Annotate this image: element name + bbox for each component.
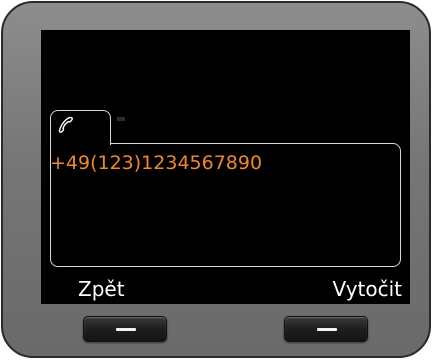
phone-handset-icon — [58, 116, 74, 133]
softkey-back-label: Zpět — [78, 277, 125, 301]
tab-separator — [117, 117, 125, 121]
left-softkey-bar — [116, 328, 136, 331]
left-softkey-button[interactable] — [83, 316, 167, 342]
display-screen: +49(123)1234567890 Zpět Vytočit — [41, 30, 410, 304]
dialed-number: +49(123)1234567890 — [50, 152, 263, 174]
right-softkey-bar — [317, 328, 337, 331]
softkey-dial-label: Vytočit — [332, 277, 402, 301]
call-tab — [50, 110, 111, 145]
right-softkey-button[interactable] — [284, 316, 368, 342]
phone-device: +49(123)1234567890 Zpět Vytočit — [1, 1, 431, 358]
